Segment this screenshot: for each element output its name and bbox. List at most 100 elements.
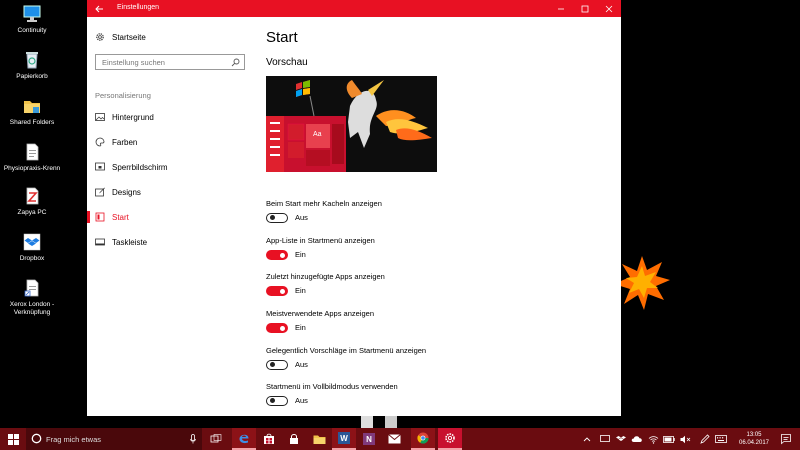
toggle-fullscreen-start[interactable] bbox=[266, 396, 288, 406]
toggle-state-label: Ein bbox=[295, 250, 306, 259]
minimize-button[interactable] bbox=[549, 0, 573, 17]
wallpaper-splash-art bbox=[614, 256, 670, 310]
tray-battery[interactable] bbox=[662, 428, 676, 450]
nav-home-label: Startseite bbox=[112, 32, 146, 42]
desktop-icon-label: Dropbox bbox=[19, 255, 45, 262]
tray-dropbox[interactable] bbox=[614, 428, 628, 450]
toggle-most-used-apps[interactable] bbox=[266, 323, 288, 333]
close-button[interactable] bbox=[597, 0, 621, 17]
taskbar-store[interactable] bbox=[257, 428, 281, 450]
microphone-icon bbox=[190, 434, 196, 444]
nav-item-label: Taskleiste bbox=[112, 237, 148, 247]
zapya-icon bbox=[26, 187, 39, 205]
monitor-icon bbox=[600, 435, 610, 442]
taskbar-lock[interactable] bbox=[282, 428, 306, 450]
setting-label: Gelegentlich Vorschläge im Startmenü anz… bbox=[266, 346, 427, 355]
taskbar-chrome[interactable] bbox=[411, 428, 435, 450]
chrome-icon bbox=[417, 432, 429, 444]
edge-icon bbox=[239, 434, 249, 444]
nav-item-sperrbildschirm[interactable]: Sperrbildschirm bbox=[87, 157, 255, 177]
toggle-knob bbox=[280, 325, 285, 331]
start-button[interactable] bbox=[0, 428, 26, 450]
desktop-icon-label: Shared Folders bbox=[9, 119, 55, 126]
search-placeholder: Einstellung suchen bbox=[102, 58, 165, 67]
desktop-icon-continuity[interactable]: Continuity bbox=[0, 4, 64, 35]
brush-icon bbox=[95, 187, 105, 197]
taskbar-onenote[interactable]: N bbox=[357, 428, 381, 450]
taskbar-search-box[interactable]: Frag mich etwas bbox=[26, 428, 202, 450]
taskbar-clock[interactable]: 13:05 06.04.2017 bbox=[732, 431, 776, 447]
toggle-recent-apps[interactable] bbox=[266, 286, 288, 296]
desktop-icon-physiopraxis[interactable]: Physiopraxis-Krenn bbox=[0, 142, 64, 173]
window-title: Einstellungen bbox=[117, 4, 160, 11]
toggle-knob bbox=[269, 362, 275, 367]
maximize-button[interactable] bbox=[573, 0, 597, 17]
taskbar-settings[interactable] bbox=[438, 428, 462, 450]
nav-item-hintergrund[interactable]: Hintergrund bbox=[87, 107, 255, 127]
toggle-more-tiles[interactable] bbox=[266, 213, 288, 223]
nav-home[interactable]: Startseite bbox=[95, 32, 146, 42]
nav-item-taskleiste[interactable]: Taskleiste bbox=[87, 232, 255, 252]
settings-search-input[interactable]: Einstellung suchen bbox=[95, 54, 245, 70]
setting-recent-apps: Zuletzt hinzugefügte Apps anzeigen Ein bbox=[266, 272, 566, 308]
toggle-app-list[interactable] bbox=[266, 250, 288, 260]
taskbar-task-view[interactable] bbox=[204, 428, 228, 450]
preview-heading: Vorschau bbox=[266, 57, 308, 68]
desktop-icon-shared-folders[interactable]: Shared Folders bbox=[0, 96, 64, 127]
toggle-knob bbox=[280, 288, 285, 294]
setting-most-used-apps: Meistverwendete Apps anzeigen Ein bbox=[266, 309, 566, 345]
nav-item-label: Farben bbox=[112, 137, 138, 147]
clock-date: 06.04.2017 bbox=[738, 440, 770, 446]
desktop-icon-label: Xerox London - Verknüpfung bbox=[9, 301, 55, 316]
windows-logo-icon bbox=[7, 433, 19, 445]
nav-item-farben[interactable]: Farben bbox=[87, 132, 255, 152]
tray-wifi[interactable] bbox=[646, 428, 660, 450]
notification-icon[interactable] bbox=[780, 433, 792, 445]
tray-app-1[interactable] bbox=[598, 428, 612, 450]
volume-muted-icon bbox=[680, 435, 690, 443]
tray-keyboard[interactable] bbox=[714, 428, 728, 450]
setting-fullscreen-start: Startmenü im Vollbildmodus verwenden Aus bbox=[266, 382, 566, 418]
desktop-icon-papierkorb[interactable]: Papierkorb bbox=[0, 50, 64, 81]
desktop-icon-label: Physiopraxis-Krenn bbox=[3, 165, 61, 172]
svg-text:N: N bbox=[366, 435, 372, 444]
nav-item-start[interactable]: Start bbox=[87, 207, 255, 227]
document-icon bbox=[24, 279, 39, 297]
nav-item-designs[interactable]: Designs bbox=[87, 182, 255, 202]
back-button[interactable] bbox=[87, 0, 111, 17]
store-icon bbox=[264, 433, 274, 444]
taskbar-mail[interactable] bbox=[382, 428, 406, 450]
lock-screen-icon bbox=[95, 162, 105, 171]
taskbar-file-explorer[interactable] bbox=[307, 428, 331, 450]
setting-label: Startmenü im Vollbildmodus verwenden bbox=[266, 382, 398, 391]
start-menu-icon bbox=[95, 212, 105, 222]
title-bar: Einstellungen bbox=[87, 0, 621, 17]
taskbar-edge[interactable] bbox=[232, 428, 256, 450]
desktop-icon-zapya[interactable]: Zapya PC bbox=[0, 186, 64, 217]
clock-time: 13:05 bbox=[746, 432, 762, 438]
toggle-suggestions[interactable] bbox=[266, 360, 288, 370]
taskbar-search-placeholder: Frag mich etwas bbox=[46, 435, 102, 444]
nav-item-label: Designs bbox=[112, 187, 141, 197]
desktop-icon-dropbox[interactable]: Dropbox bbox=[0, 232, 64, 263]
cloud-icon bbox=[631, 436, 642, 442]
lock-icon bbox=[290, 433, 298, 444]
tray-onedrive[interactable] bbox=[630, 428, 644, 450]
image-icon bbox=[95, 113, 105, 121]
tray-volume[interactable] bbox=[678, 428, 692, 450]
close-icon bbox=[605, 5, 613, 12]
wifi-icon bbox=[648, 435, 658, 444]
cortana-icon bbox=[31, 433, 42, 444]
desktop-icon-label: Zapya PC bbox=[17, 209, 47, 216]
tray-pen[interactable] bbox=[698, 428, 712, 450]
settings-window: Einstellungen Startseite Einstellung suc… bbox=[87, 0, 621, 416]
nav-item-label: Start bbox=[112, 212, 129, 222]
palette-icon bbox=[95, 137, 105, 147]
toggle-state-label: Aus bbox=[295, 360, 308, 369]
tray-show-hidden[interactable] bbox=[580, 428, 594, 450]
taskbar-word[interactable]: W bbox=[332, 428, 356, 450]
setting-label: Meistverwendete Apps anzeigen bbox=[266, 309, 374, 318]
toggle-knob bbox=[269, 215, 275, 220]
dropbox-icon bbox=[23, 233, 41, 251]
desktop-icon-xerox[interactable]: Xerox London - Verknüpfung bbox=[0, 278, 64, 317]
